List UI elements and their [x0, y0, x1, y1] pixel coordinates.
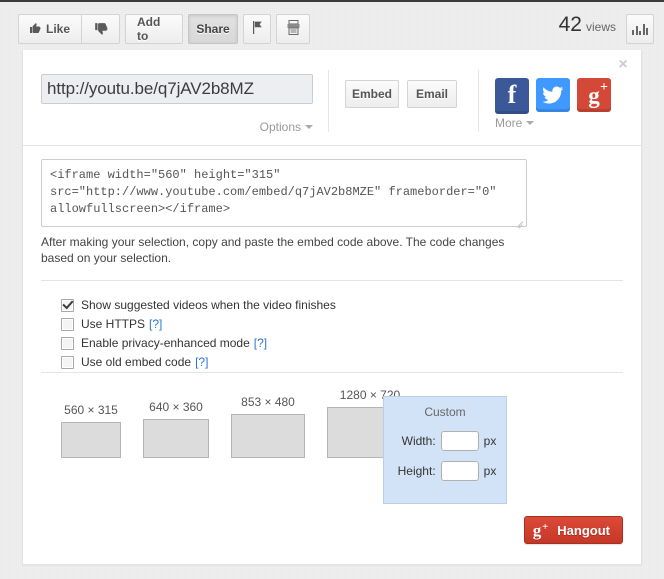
embed-tab-label: Embed: [352, 87, 393, 101]
view-count-number: 42: [558, 13, 582, 36]
embed-tab-button[interactable]: Embed: [345, 80, 399, 108]
dislike-button[interactable]: [82, 14, 120, 44]
social-share-buttons: f g +: [495, 78, 611, 114]
option-help-link[interactable]: [?]: [149, 317, 162, 331]
size-preset-560x315[interactable]: 560 × 315: [61, 403, 121, 458]
hangout-button[interactable]: g + Hangout: [523, 516, 623, 544]
bar-chart-icon: [632, 23, 648, 35]
googleplus-icon: g +: [532, 520, 549, 540]
checkbox-privacy-enhanced-mode[interactable]: [61, 336, 74, 350]
size-preset-853x480[interactable]: 853 × 480: [231, 395, 305, 458]
options-dropdown-label: Options: [259, 120, 301, 134]
embed-helper-text: After making your selection, copy and pa…: [41, 235, 505, 265]
email-tab-button[interactable]: Email: [407, 80, 457, 108]
option-row[interactable]: Enable privacy-enhanced mode [?]: [61, 334, 340, 352]
divider-bottom: [41, 372, 623, 373]
like-button-label: Like: [45, 22, 70, 36]
share-button[interactable]: Share: [188, 14, 238, 44]
embed-code-textarea[interactable]: <iframe width="560" height="315" src="ht…: [41, 159, 527, 227]
size-preset-list: 560 × 315 640 × 360 853 × 480 1280 × 720: [61, 388, 413, 458]
page-top-border: [0, 0, 664, 2]
transcript-icon: [287, 20, 300, 38]
separator-vertical-1: [328, 70, 329, 132]
page-root: Like Add to Share 42 views × http://yout…: [0, 0, 664, 579]
view-count-label: views: [585, 20, 616, 34]
email-tab-label: Email: [416, 87, 449, 101]
statistics-button[interactable]: [626, 14, 654, 44]
share-url-input[interactable]: [41, 74, 313, 104]
chevron-down-icon: [526, 121, 535, 125]
custom-width-unit: px: [483, 434, 497, 448]
share-button-label: Share: [196, 22, 230, 36]
add-to-button-label: Add to: [137, 15, 161, 43]
divider-middle: [41, 280, 623, 281]
flag-button[interactable]: [243, 14, 271, 44]
option-row[interactable]: Use HTTPS [?]: [61, 315, 340, 333]
share-url-field[interactable]: http://youtu.be/q7jAV2b8MZ Options: [41, 74, 313, 134]
divider-top: [23, 145, 641, 146]
facebook-share-icon[interactable]: f: [495, 78, 529, 114]
share-top-row: http://youtu.be/q7jAV2b8MZ Options Embed…: [23, 62, 641, 144]
chevron-down-icon: [305, 125, 313, 129]
more-share-dropdown[interactable]: More: [495, 116, 535, 130]
custom-height-unit: px: [483, 464, 497, 478]
more-share-label: More: [495, 116, 523, 130]
custom-size-title: Custom: [424, 405, 466, 419]
checkbox-show-suggested-videos[interactable]: [61, 298, 74, 312]
size-preset-label: 853 × 480: [241, 395, 295, 409]
embed-options-list: Show suggested videos when the video fin…: [61, 296, 340, 372]
googleplus-share-icon[interactable]: g +: [577, 78, 611, 112]
option-help-link[interactable]: [?]: [195, 355, 208, 369]
size-preset-640x360[interactable]: 640 × 360: [143, 400, 209, 458]
custom-height-row: Height: px: [384, 461, 506, 481]
option-label: Use HTTPS: [81, 317, 146, 331]
hangout-button-label: Hangout: [557, 522, 610, 538]
checkbox-use-old-embed-code[interactable]: [61, 355, 74, 369]
add-to-button[interactable]: Add to: [125, 14, 183, 44]
custom-width-row: Width: px: [384, 431, 506, 451]
thumbs-up-icon: [29, 22, 41, 36]
view-count: 42 views: [559, 14, 616, 44]
checkbox-use-https[interactable]: [61, 317, 74, 331]
flag-icon: [252, 21, 263, 37]
size-preset-label: 640 × 360: [149, 400, 203, 414]
custom-height-input[interactable]: [440, 461, 479, 481]
option-row[interactable]: Use old embed code [?]: [61, 353, 340, 371]
option-label: Use old embed code: [81, 355, 192, 369]
option-help-link[interactable]: [?]: [254, 336, 267, 350]
option-label: Enable privacy-enhanced mode: [81, 336, 250, 350]
twitter-share-icon[interactable]: [536, 78, 570, 112]
transcript-button[interactable]: [276, 14, 310, 44]
separator-vertical-2: [478, 70, 479, 132]
options-dropdown[interactable]: Options: [260, 120, 313, 134]
size-preset-label: 560 × 315: [64, 403, 118, 417]
size-preset-thumb: [61, 422, 121, 458]
like-button[interactable]: Like: [18, 14, 82, 44]
size-preset-thumb: [231, 414, 305, 458]
option-label: Show suggested videos when the video fin…: [81, 298, 336, 312]
video-action-bar: Like Add to Share 42 views: [0, 6, 664, 52]
thumbs-down-icon: [94, 22, 108, 36]
custom-size-panel: Custom Width: px Height: px: [383, 396, 507, 504]
option-row[interactable]: Show suggested videos when the video fin…: [61, 296, 340, 314]
custom-width-input[interactable]: [440, 431, 479, 451]
share-panel: × http://youtu.be/q7jAV2b8MZ Options Emb…: [22, 50, 642, 565]
custom-width-label: Width:: [401, 434, 436, 448]
custom-height-label: Height:: [397, 464, 436, 478]
size-preset-thumb: [143, 419, 209, 458]
